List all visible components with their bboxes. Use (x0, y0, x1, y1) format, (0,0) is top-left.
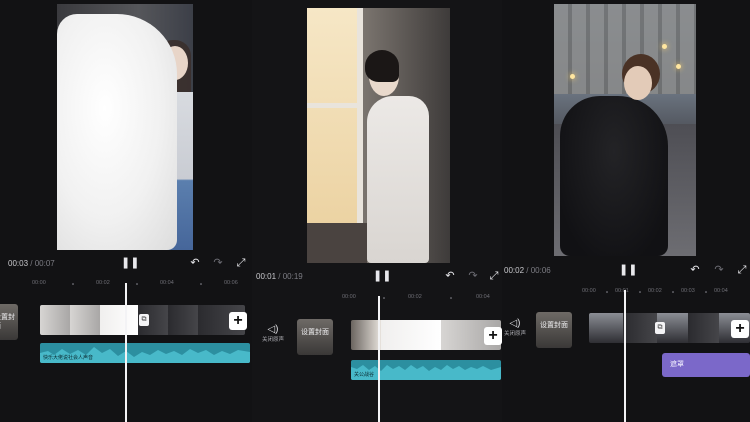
video-content (560, 96, 668, 256)
mute-original-sound-button[interactable]: ◁) 关闭原声 (502, 318, 530, 337)
effect-track-clip[interactable]: 遮罩 (662, 353, 750, 377)
playback-time: 00:01 / 00:19 (256, 272, 303, 281)
fullscreen-icon[interactable]: ⤢ (235, 258, 247, 269)
ruler-tick-label: 00:06 (224, 280, 238, 286)
track-frame (100, 305, 138, 335)
ruler-tick-label: 00:03 (681, 288, 695, 294)
editor-panel-3: 00:02 / 00:06 ❚❚ ↶ ↷ ⤢ 00:00 00:01 00:02… (502, 0, 750, 422)
set-cover-button[interactable]: 设置封面 (297, 319, 333, 355)
transition-icon[interactable]: ⧉ (655, 322, 665, 334)
add-icon[interactable]: + (229, 312, 247, 330)
add-icon[interactable]: + (484, 327, 502, 345)
video-preview[interactable] (307, 8, 450, 263)
set-cover-button[interactable]: 设置封面 (536, 312, 572, 348)
speaker-icon: ◁) (267, 324, 279, 335)
ruler-tick-label: 00:02 (96, 280, 110, 286)
fullscreen-icon[interactable]: ⤢ (736, 265, 748, 276)
editor-panel-2: 00:01 / 00:19 ❚❚ ↶ ↷ ⤢ 00:00 00:02 00:04… (252, 0, 502, 422)
track-frame (381, 320, 441, 350)
undo-icon[interactable]: ↶ (189, 258, 201, 269)
time-total: / 00:19 (278, 272, 303, 281)
audio-track-label: 快乐大佬说社会人声音 (43, 355, 94, 361)
track-frame (351, 320, 381, 350)
mute-label: 关闭原声 (261, 337, 284, 343)
audio-track-label: 关公战谷 (354, 372, 375, 378)
time-total: / 00:06 (526, 266, 551, 275)
track-frame (589, 313, 623, 343)
mute-original-sound-button[interactable]: ◁) 关闭原声 (258, 324, 288, 343)
redo-icon[interactable]: ↷ (713, 265, 725, 276)
track-frame (168, 305, 198, 335)
speaker-icon: ◁) (509, 318, 521, 329)
redo-icon[interactable]: ↷ (212, 258, 224, 269)
ruler-tick-label: 00:04 (476, 294, 490, 300)
cover-label: 设置封面 (540, 322, 568, 329)
transition-icon[interactable]: ⧉ (139, 314, 149, 326)
ruler-tick-label: 00:04 (714, 288, 728, 294)
video-content (662, 44, 667, 49)
ruler-tick-label: 00:01 (615, 288, 629, 294)
time-current: 00:03 (8, 259, 29, 268)
editor-panel-1: 00:03 / 00:07 ❚❚ ↶ ↷ ⤢ 00:00 00:02 00:04… (0, 0, 252, 422)
redo-icon[interactable]: ↷ (467, 271, 479, 282)
add-icon[interactable]: + (731, 320, 749, 338)
effect-label: 遮罩 (670, 361, 684, 368)
play-pause-icon[interactable]: ❚❚ (619, 265, 637, 276)
video-preview[interactable] (554, 4, 696, 256)
audio-track[interactable]: 关公战谷 (351, 360, 501, 380)
time-current: 00:02 (504, 266, 525, 275)
track-frame (623, 313, 657, 343)
track-frame (688, 313, 719, 343)
cover-label: 设置封面 (0, 314, 15, 330)
playhead[interactable] (125, 283, 127, 422)
cover-label: 设置封面 (301, 329, 329, 336)
video-content (307, 223, 367, 263)
play-pause-icon[interactable]: ❚❚ (373, 271, 391, 282)
playhead[interactable] (378, 296, 380, 422)
ruler-tick-label: 00:00 (582, 288, 596, 294)
undo-icon[interactable]: ↶ (444, 271, 456, 282)
video-preview[interactable] (57, 4, 193, 250)
play-pause-icon[interactable]: ❚❚ (121, 258, 139, 269)
video-track-strip[interactable] (589, 313, 750, 343)
ruler-tick-label: 00:00 (32, 280, 46, 286)
time-current: 00:01 (256, 272, 277, 281)
track-frame (70, 305, 100, 335)
video-content (367, 96, 429, 263)
playback-time: 00:03 / 00:07 (8, 259, 55, 268)
playback-time: 00:02 / 00:06 (504, 266, 551, 275)
ruler-tick-label: 00:02 (408, 294, 422, 300)
video-content (307, 103, 363, 108)
timeline-ruler[interactable]: 00:00 00:02 00:04 (252, 293, 502, 303)
playhead[interactable] (624, 290, 626, 422)
fullscreen-icon[interactable]: ⤢ (488, 271, 500, 282)
video-content (307, 8, 363, 223)
time-total: / 00:07 (30, 259, 55, 268)
track-frame (40, 305, 70, 335)
ruler-tick-label: 00:00 (342, 294, 356, 300)
timeline-ruler[interactable]: 00:00 00:01 00:02 00:03 00:04 (502, 287, 750, 297)
set-cover-button[interactable]: 设置封面 (0, 304, 18, 340)
video-content (57, 14, 177, 250)
video-content (676, 64, 681, 69)
undo-icon[interactable]: ↶ (689, 265, 701, 276)
video-content (624, 66, 652, 100)
ruler-tick-label: 00:04 (160, 280, 174, 286)
video-content (570, 74, 575, 79)
audio-track[interactable]: 快乐大佬说社会人声音 (40, 343, 250, 363)
mute-label: 关闭原声 (503, 331, 526, 337)
ruler-tick-label: 00:02 (648, 288, 662, 294)
video-content (365, 50, 399, 82)
video-track-strip[interactable] (351, 320, 501, 350)
